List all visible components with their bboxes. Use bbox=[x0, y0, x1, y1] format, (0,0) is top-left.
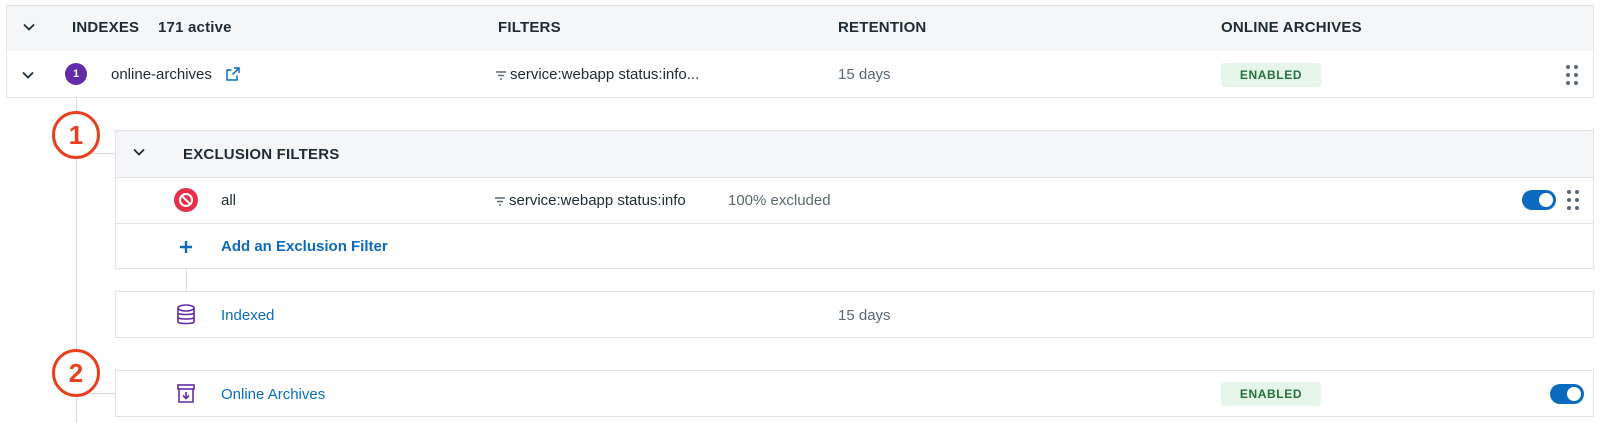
exclusion-filter-name[interactable]: all bbox=[221, 192, 236, 209]
online-archives-row bbox=[115, 370, 1594, 417]
retention-header-label: RETENTION bbox=[838, 19, 927, 36]
online-archives-header-label: ONLINE ARCHIVES bbox=[1221, 19, 1362, 36]
filter-icon bbox=[495, 69, 507, 87]
online-archives-toggle[interactable] bbox=[1550, 384, 1584, 404]
external-link-icon[interactable] bbox=[225, 66, 241, 87]
exclusion-filter-row[interactable] bbox=[115, 177, 1594, 224]
drag-handle-icon[interactable] bbox=[1565, 64, 1579, 86]
drag-handle-icon[interactable] bbox=[1566, 189, 1580, 211]
database-icon bbox=[176, 304, 196, 331]
online-archives-link[interactable]: Online Archives bbox=[221, 386, 325, 403]
collapse-exclusion-chevron-icon[interactable] bbox=[132, 145, 146, 159]
step-2-marker: 2 bbox=[52, 349, 100, 397]
plus-icon[interactable] bbox=[179, 240, 193, 259]
exclusion-filter-toggle[interactable] bbox=[1522, 190, 1556, 210]
filters-header-label: FILTERS bbox=[498, 19, 561, 36]
add-exclusion-filter-link[interactable]: Add an Exclusion Filter bbox=[221, 238, 388, 255]
index-filter-query: service:webapp status:info... bbox=[510, 66, 700, 83]
exclusion-filters-title: EXCLUSION FILTERS bbox=[183, 146, 340, 163]
excluded-percentage: 100% excluded bbox=[728, 192, 831, 209]
collapse-all-chevron-icon[interactable] bbox=[22, 20, 36, 34]
indexes-header-label: INDEXES bbox=[72, 19, 140, 36]
index-row[interactable] bbox=[6, 51, 1594, 98]
online-archives-status-badge: ENABLED bbox=[1221, 382, 1321, 406]
index-retention: 15 days bbox=[838, 66, 891, 83]
index-number-badge: 1 bbox=[65, 63, 87, 85]
indexed-retention: 15 days bbox=[838, 307, 891, 324]
filter-icon bbox=[494, 195, 506, 213]
active-count: 171 active bbox=[158, 19, 232, 36]
indexed-link[interactable]: Indexed bbox=[221, 307, 274, 324]
archive-box-icon bbox=[176, 383, 196, 410]
archive-status-badge: ENABLED bbox=[1221, 63, 1321, 87]
exclusion-filter-query: service:webapp status:info bbox=[509, 192, 686, 209]
expand-index-chevron-icon[interactable] bbox=[21, 68, 35, 82]
step-1-marker: 1 bbox=[52, 111, 100, 159]
blocked-icon bbox=[174, 188, 198, 217]
index-name[interactable]: online-archives bbox=[111, 66, 212, 83]
